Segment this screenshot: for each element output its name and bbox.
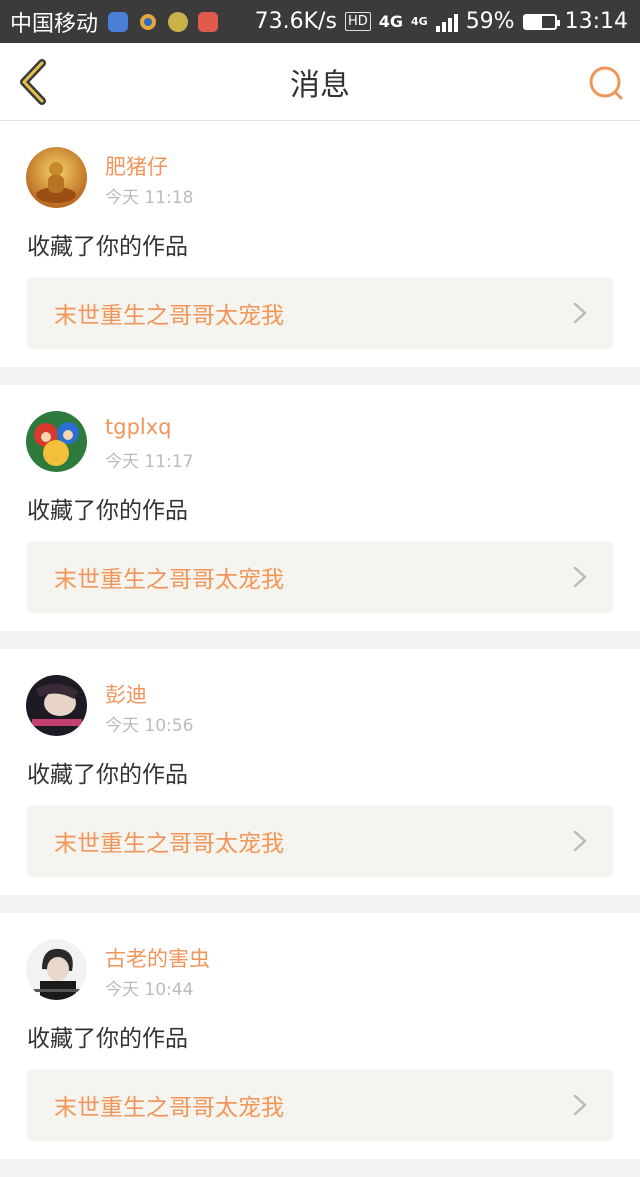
page-title: 消息 xyxy=(290,67,350,103)
chevron-right-icon xyxy=(573,1094,587,1116)
carrier-label: 中国移动 xyxy=(10,11,99,37)
chevron-right-icon xyxy=(573,830,587,852)
baidu-app-icon xyxy=(138,11,159,32)
message-text: 收藏了你的作品 xyxy=(27,498,188,524)
user-name[interactable]: tgplxq xyxy=(105,415,172,439)
signal-icon xyxy=(435,12,458,32)
chevron-left-icon xyxy=(20,59,46,105)
avatar[interactable] xyxy=(26,411,87,472)
work-title: 末世重生之哥哥太宠我 xyxy=(54,567,284,593)
work-title: 末世重生之哥哥太宠我 xyxy=(54,831,284,857)
message-card: tgplxq 今天 11:17 收藏了你的作品 末世重生之哥哥太宠我 xyxy=(0,385,640,631)
message-time: 今天 11:17 xyxy=(105,452,194,472)
back-button[interactable] xyxy=(14,57,54,107)
avatar[interactable] xyxy=(26,939,87,1000)
user-name[interactable]: 古老的害虫 xyxy=(105,943,210,973)
network-type-4g-secondary: 4G xyxy=(411,15,428,28)
search-icon xyxy=(589,66,623,100)
user-name[interactable]: 彭迪 xyxy=(105,679,147,709)
message-time: 今天 10:44 xyxy=(105,980,194,1000)
network-type-4g: 4G xyxy=(378,11,403,31)
message-card: 彭迪 今天 10:56 收藏了你的作品 末世重生之哥哥太宠我 xyxy=(0,649,640,895)
message-time: 今天 11:18 xyxy=(105,188,194,208)
network-speed: 73.6K/s xyxy=(254,9,337,34)
chevron-right-icon xyxy=(573,566,587,588)
clock: 13:14 xyxy=(564,9,628,34)
status-bar: 中国移动 73.6K/s HD 4G 4G 59% 13:14 xyxy=(0,0,640,43)
avatar[interactable] xyxy=(26,147,87,208)
message-list: 肥猪仔 今天 11:18 收藏了你的作品 末世重生之哥哥太宠我 tgplxq 今… xyxy=(0,121,640,1177)
message-time: 今天 10:56 xyxy=(105,716,194,736)
avatar[interactable] xyxy=(26,675,87,736)
work-title: 末世重生之哥哥太宠我 xyxy=(54,303,284,329)
work-link[interactable]: 末世重生之哥哥太宠我 xyxy=(27,1069,613,1141)
work-link[interactable]: 末世重生之哥哥太宠我 xyxy=(27,541,613,613)
hd-badge: HD xyxy=(344,12,371,31)
search-button[interactable] xyxy=(586,63,626,103)
work-title: 末世重生之哥哥太宠我 xyxy=(54,1095,284,1121)
message-card: 肥猪仔 今天 11:18 收藏了你的作品 末世重生之哥哥太宠我 xyxy=(0,121,640,367)
message-card: 古老的害虫 今天 10:44 收藏了你的作品 末世重生之哥哥太宠我 xyxy=(0,913,640,1159)
message-text: 收藏了你的作品 xyxy=(27,1026,188,1052)
mail-app-icon xyxy=(198,11,219,32)
work-link[interactable]: 末世重生之哥哥太宠我 xyxy=(27,805,613,877)
user-name[interactable]: 肥猪仔 xyxy=(105,151,168,181)
game-app-icon xyxy=(168,11,189,32)
message-text: 收藏了你的作品 xyxy=(27,234,188,260)
work-link[interactable]: 末世重生之哥哥太宠我 xyxy=(27,277,613,349)
message-text: 收藏了你的作品 xyxy=(27,762,188,788)
location-app-icon xyxy=(108,11,129,32)
battery-percent: 59% xyxy=(465,9,515,34)
battery-icon xyxy=(522,13,560,30)
chevron-right-icon xyxy=(573,302,587,324)
app-header: 消息 xyxy=(0,43,640,121)
